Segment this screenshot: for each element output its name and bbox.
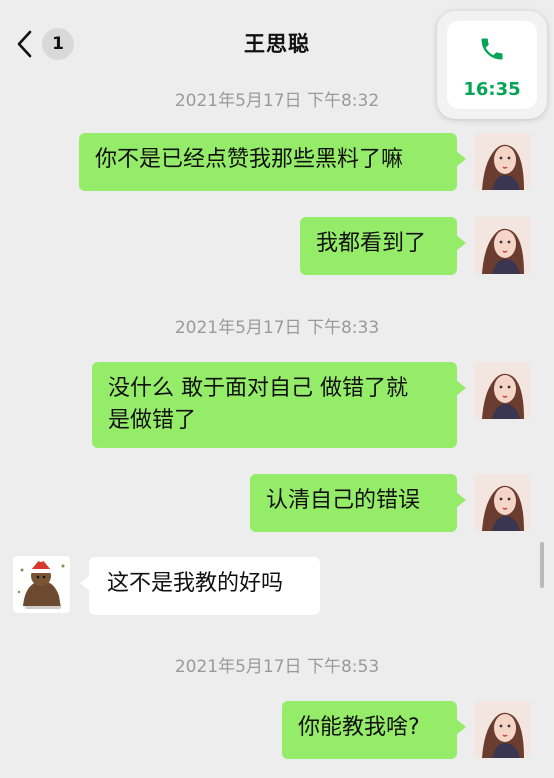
message-text-line: 没什么 敢于面对自己 做错了就 <box>108 376 408 401</box>
message-text-line: 是做错了 <box>108 408 197 433</box>
my-avatar[interactable] <box>474 133 531 190</box>
phone-icon <box>481 38 503 60</box>
message-text: 你能教我啥? <box>298 715 420 740</box>
message-text: 这不是我教的好吗 <box>107 571 284 596</box>
my-avatar[interactable] <box>474 217 531 274</box>
message-timestamp: 2021年5月17日 下午8:53 <box>174 657 380 677</box>
message-text: 你不是已经点赞我那些黑料了嘛 <box>95 147 404 172</box>
message-text: 认清自己的错误 <box>266 488 421 513</box>
scrollbar-thumb[interactable] <box>540 542 544 588</box>
message-text: 我都看到了 <box>316 231 427 256</box>
message-timestamp: 2021年5月17日 下午8:33 <box>174 318 380 338</box>
my-avatar[interactable] <box>474 362 531 419</box>
my-avatar[interactable] <box>474 701 531 758</box>
my-message-bubble[interactable]: 我都看到了 <box>300 217 466 275</box>
message-timestamp: 2021年5月17日 下午8:32 <box>174 91 380 111</box>
my-avatar[interactable] <box>474 474 531 531</box>
my-message-bubble[interactable]: 没什么 敢于面对自己 做错了就 是做错了 <box>92 362 466 448</box>
my-message-bubble[interactable]: 你能教我啥? <box>282 701 466 759</box>
contact-message-bubble[interactable]: 这不是我教的好吗 <box>80 557 320 615</box>
my-message-bubble[interactable]: 认清自己的错误 <box>250 474 466 532</box>
contact-avatar[interactable] <box>13 556 70 613</box>
my-message-bubble[interactable]: 你不是已经点赞我那些黑料了嘛 <box>79 133 466 191</box>
